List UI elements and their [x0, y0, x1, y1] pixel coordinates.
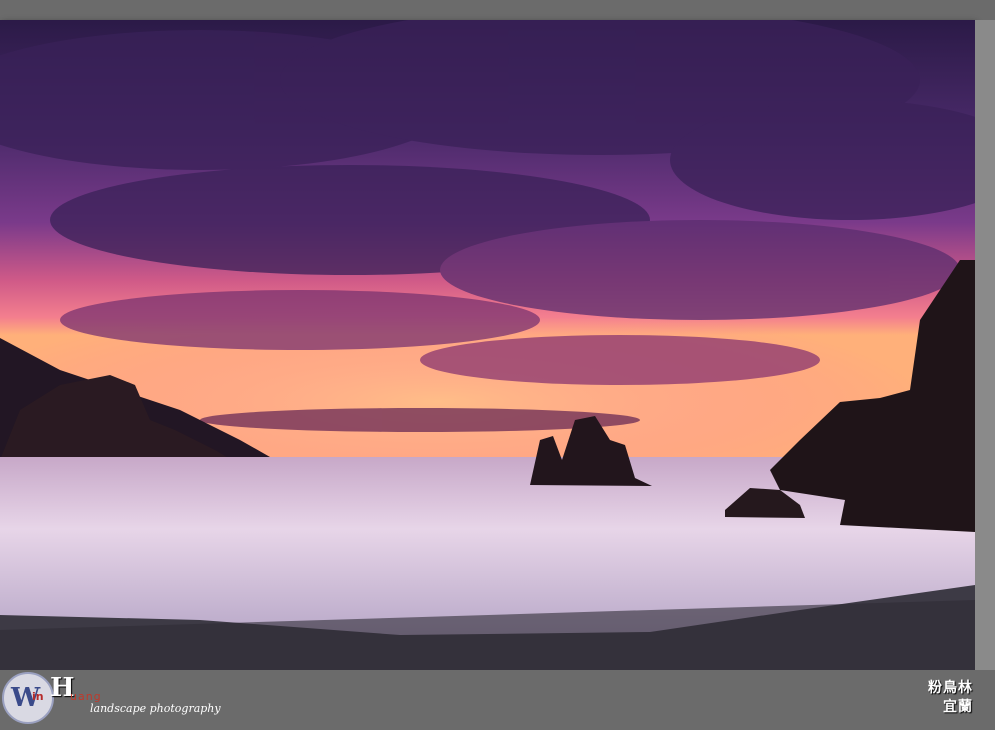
- frame-shadow: [975, 20, 995, 670]
- photographer-subtitle: landscape photography: [90, 702, 221, 715]
- landscape-photo: [0, 20, 975, 670]
- seascape-image: [0, 20, 975, 670]
- caption-bar: [0, 670, 995, 730]
- location-name: 粉鳥林: [928, 680, 973, 696]
- logo-in: in: [32, 690, 44, 703]
- logo-circle: W: [2, 672, 54, 724]
- location-region: 宜蘭: [943, 699, 973, 715]
